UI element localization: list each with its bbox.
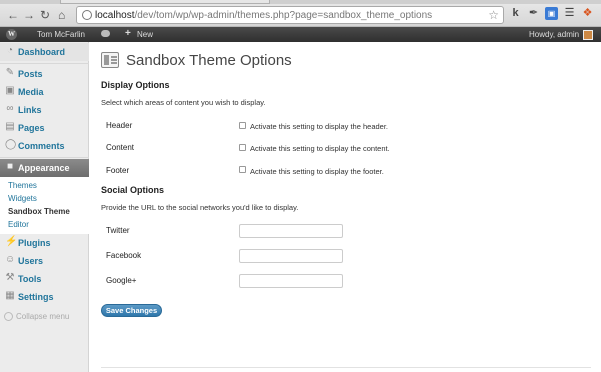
submenu-item-editor[interactable]: Editor	[8, 220, 29, 229]
google-plus-input[interactable]	[239, 274, 343, 288]
comments-icon: ◯	[5, 139, 17, 150]
footer-divider	[101, 367, 591, 368]
appearance-icon: ■	[6, 161, 14, 172]
footer-field-label: Footer	[106, 166, 130, 175]
home-icon[interactable]: ⌂	[58, 9, 65, 21]
sidebar-item-label: Links	[18, 105, 42, 115]
submenu-item-widgets[interactable]: Widgets	[8, 194, 37, 203]
reload-icon[interactable]: ↻	[40, 9, 50, 21]
comments-bubble-icon[interactable]	[101, 30, 110, 37]
sidebar-item-label: Dashboard	[18, 47, 66, 57]
wordpress-logo-icon[interactable]: W	[6, 29, 17, 40]
browser-toolbar: ← → ↻ ⌂ localhost/dev/tom/wp/wp-admin/th…	[0, 0, 601, 27]
page-title: Sandbox Theme Options	[126, 52, 292, 69]
sidebar-item-dashboard[interactable]: ◔ Dashboard	[0, 43, 89, 61]
sidebar-item-tools[interactable]: ⚒ Tools	[0, 270, 89, 288]
sidebar-item-label: Posts	[18, 69, 43, 79]
settings-icon: ▦	[5, 290, 15, 301]
submenu-item-sandbox-theme[interactable]: Sandbox Theme	[8, 207, 70, 216]
wp-admin-bar: W Tom McFarlin + New Howdy, admin	[0, 27, 601, 42]
sidebar-item-plugins[interactable]: ⚡ Plugins	[0, 234, 89, 252]
avatar[interactable]	[583, 30, 593, 40]
sidebar-item-settings[interactable]: ▦ Settings	[0, 288, 89, 306]
social-options-description: Provide the URL to the social networks y…	[101, 203, 299, 212]
sidebar-item-label: Tools	[18, 274, 42, 284]
plus-icon[interactable]: +	[125, 28, 131, 39]
page-info-icon[interactable]	[82, 10, 92, 20]
submenu-item-themes[interactable]: Themes	[8, 181, 37, 190]
screen-extension-icon[interactable]: ▣	[545, 7, 558, 20]
main-content: Sandbox Theme Options Display Options Se…	[89, 42, 601, 372]
dashboard-icon: ◔	[6, 45, 14, 56]
sidebar-item-users[interactable]: ☺ Users	[0, 252, 89, 270]
sidebar-item-label: Comments	[18, 141, 65, 151]
twitter-field-label: Twitter	[106, 226, 130, 235]
tools-icon: ⚒	[5, 272, 15, 283]
twitter-input[interactable]	[239, 224, 343, 238]
site-name-link[interactable]: Tom McFarlin	[37, 30, 85, 39]
url-path: /dev/tom/wp/wp-admin/themes.php?page=san…	[134, 10, 433, 21]
menu-separator	[0, 157, 89, 158]
collapse-icon	[4, 312, 13, 322]
new-content-link[interactable]: New	[137, 30, 153, 39]
collapse-menu-button[interactable]: Collapse menu	[4, 312, 70, 322]
sidebar-item-pages[interactable]: ▤ Pages	[0, 119, 89, 137]
pen-extension-icon[interactable]: ✒	[527, 7, 540, 20]
links-icon: ∞	[6, 103, 14, 114]
theme-options-icon	[101, 52, 119, 68]
bookmark-star-icon[interactable]: ☆	[488, 8, 499, 22]
display-options-description: Select which areas of content you wish t…	[101, 98, 266, 107]
facebook-field-label: Facebook	[106, 251, 142, 260]
layers-extension-icon[interactable]: ☰	[563, 7, 576, 20]
fox-extension-icon[interactable]: ❖	[581, 7, 594, 20]
display-options-heading: Display Options	[101, 80, 170, 90]
url-text: localhost/dev/tom/wp/wp-admin/themes.php…	[95, 10, 432, 21]
sidebar-item-posts[interactable]: ✎ Posts	[0, 65, 89, 83]
footer-checkbox-label[interactable]: Activate this setting to display the foo…	[250, 167, 384, 176]
forward-icon[interactable]: →	[23, 9, 35, 21]
browser-tab[interactable]	[60, 0, 270, 4]
url-host: localhost	[95, 10, 135, 21]
sidebar-item-label: Users	[18, 256, 44, 266]
collapse-menu-label: Collapse menu	[16, 312, 70, 321]
sidebar-item-label: Settings	[18, 292, 54, 302]
howdy-user-link[interactable]: Howdy, admin	[529, 30, 579, 39]
sidebar-item-label: Pages	[18, 123, 45, 133]
content-checkbox-label[interactable]: Activate this setting to display the con…	[250, 144, 390, 153]
sidebar-item-label: Appearance	[18, 163, 70, 173]
facebook-input[interactable]	[239, 249, 343, 263]
header-checkbox-label[interactable]: Activate this setting to display the hea…	[250, 122, 388, 131]
sidebar-item-comments[interactable]: ◯ Comments	[0, 137, 89, 155]
appearance-submenu: Themes Widgets Sandbox Theme Editor	[0, 177, 89, 234]
posts-icon: ✎	[5, 67, 15, 78]
google-plus-field-label: Google+	[106, 276, 137, 285]
sidebar-item-links[interactable]: ∞ Links	[0, 101, 89, 119]
header-field-label: Header	[106, 121, 133, 130]
sidebar-item-label: Media	[18, 87, 44, 97]
pages-icon: ▤	[5, 121, 15, 132]
social-options-heading: Social Options	[101, 185, 165, 195]
header-checkbox[interactable]	[239, 122, 246, 129]
k-extension-icon[interactable]: k	[509, 7, 522, 20]
media-icon: ▣	[5, 85, 15, 96]
admin-sidebar: ◔ Dashboard ✎ Posts ▣ Media ∞ Links ▤ Pa…	[0, 42, 97, 372]
sidebar-item-media[interactable]: ▣ Media	[0, 83, 89, 101]
sidebar-item-label: Plugins	[18, 238, 51, 248]
users-icon: ☺	[5, 254, 16, 265]
footer-checkbox[interactable]	[239, 166, 246, 173]
plugins-icon: ⚡	[5, 236, 18, 247]
save-changes-button[interactable]: Save Changes	[101, 304, 162, 317]
menu-separator	[0, 63, 89, 64]
content-checkbox[interactable]	[239, 144, 246, 151]
sidebar-item-appearance[interactable]: ■ Appearance	[0, 159, 97, 177]
back-icon[interactable]: ←	[7, 9, 19, 21]
address-bar[interactable]: localhost/dev/tom/wp/wp-admin/themes.php…	[76, 6, 504, 24]
content-field-label: Content	[106, 143, 135, 152]
